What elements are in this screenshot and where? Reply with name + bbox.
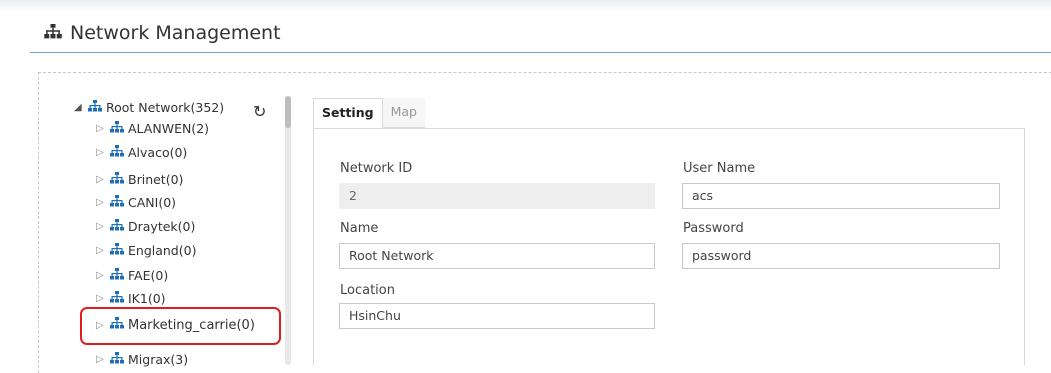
name-label: Name — [340, 221, 379, 236]
collapsed-caret-icon[interactable]: ▷ — [96, 293, 110, 304]
tab-bar: Setting Map — [313, 98, 425, 128]
network-icon — [44, 22, 62, 44]
collapsed-caret-icon[interactable]: ▷ — [96, 197, 110, 208]
title-divider — [30, 52, 1051, 53]
name-field[interactable]: Root Network — [339, 243, 655, 269]
collapsed-caret-icon[interactable]: ▷ — [96, 270, 110, 281]
tree-node[interactable]: ▷ FAE(0) — [96, 268, 168, 283]
tree-node[interactable]: ▷ Brinet(0) — [96, 172, 183, 187]
expanded-caret-icon[interactable]: ◢ — [74, 102, 88, 113]
password-field[interactable]: password — [682, 243, 1000, 269]
network-icon — [110, 268, 128, 283]
highlight-box — [80, 307, 281, 345]
top-bar — [0, 0, 1051, 12]
collapsed-caret-icon[interactable]: ▷ — [96, 221, 110, 232]
tree-node-label: Draytek(0) — [128, 219, 196, 234]
collapsed-caret-icon[interactable]: ▷ — [96, 354, 110, 365]
network-id-label: Network ID — [340, 161, 413, 176]
tree-node-label: IK1(0) — [128, 291, 166, 306]
tree-node[interactable]: ▷ IK1(0) — [96, 291, 166, 306]
tree-node[interactable]: ▷ CANI(0) — [96, 195, 176, 210]
refresh-icon[interactable]: ↻ — [253, 102, 266, 122]
tree-node[interactable]: ▷ Alvaco(0) — [96, 145, 187, 160]
tree-node-label: CANI(0) — [128, 195, 177, 210]
network-icon — [110, 195, 128, 210]
tree-node-label: Brinet(0) — [128, 172, 184, 187]
location-label: Location — [340, 283, 395, 298]
password-label: Password — [683, 221, 744, 236]
tree-node[interactable]: ▷ England(0) — [96, 243, 196, 258]
tree-scrollbar-thumb[interactable] — [285, 96, 291, 128]
network-icon — [110, 219, 128, 234]
network-icon — [88, 100, 106, 115]
collapsed-caret-icon[interactable]: ▷ — [96, 123, 110, 134]
user-name-field[interactable]: acs — [682, 183, 1000, 209]
network-icon — [110, 291, 128, 306]
tree-node-label: FAE(0) — [128, 268, 169, 283]
network-icon — [110, 145, 128, 160]
network-icon — [110, 243, 128, 258]
page-title: Network Management — [44, 22, 281, 44]
tab-map[interactable]: Map — [382, 98, 425, 128]
user-name-label: User Name — [683, 161, 756, 176]
tree-scrollbar[interactable] — [285, 96, 291, 365]
tree-node-label: ALANWEN(2) — [128, 121, 210, 136]
tree-node-label: England(0) — [128, 243, 197, 258]
collapsed-caret-icon[interactable]: ▷ — [96, 174, 110, 185]
network-icon — [110, 121, 128, 136]
collapsed-caret-icon[interactable]: ▷ — [96, 147, 110, 158]
tab-setting[interactable]: Setting — [313, 98, 383, 128]
tree-node-label: Root Network(352) — [106, 100, 225, 115]
page-title-text: Network Management — [70, 22, 281, 44]
network-icon — [110, 172, 128, 187]
location-field[interactable]: HsinChu — [339, 303, 655, 329]
tree-node[interactable]: ▷ Draytek(0) — [96, 219, 195, 234]
tree-node-label: Alvaco(0) — [128, 145, 188, 160]
tree-node-root[interactable]: ◢ Root Network(352) — [74, 100, 224, 115]
collapsed-caret-icon[interactable]: ▷ — [96, 245, 110, 256]
tree-node[interactable]: ▷ ALANWEN(2) — [96, 121, 209, 136]
network-id-field: 2 — [339, 183, 655, 209]
